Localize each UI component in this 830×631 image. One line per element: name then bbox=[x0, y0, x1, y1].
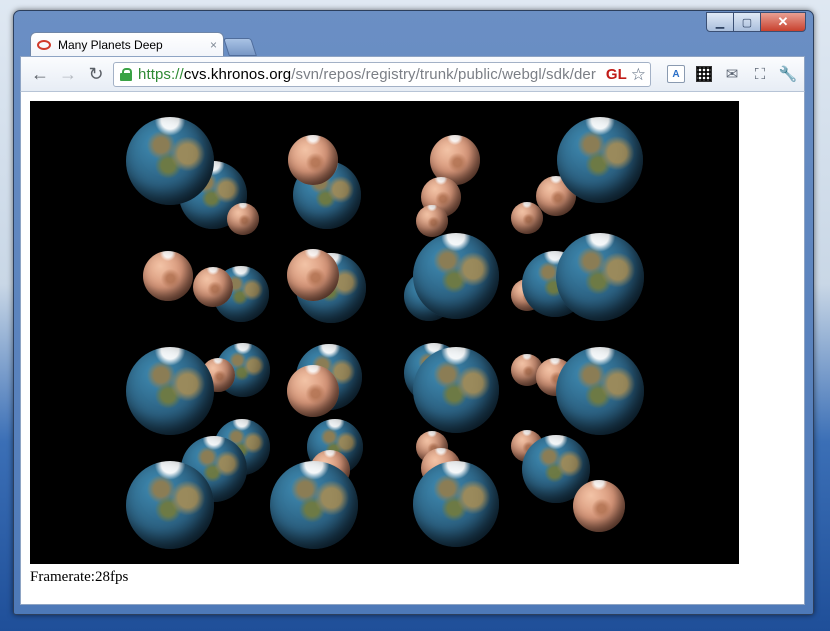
back-button[interactable]: ← bbox=[29, 63, 51, 85]
earth-planet bbox=[126, 461, 214, 549]
browser-window: ▁ ▢ ✕ Many Planets Deep × ← → ↻ https://… bbox=[13, 10, 814, 615]
url-text[interactable]: https://cvs.khronos.org/svn/repos/regist… bbox=[138, 66, 604, 83]
earth-planet bbox=[556, 347, 644, 435]
webgl-canvas[interactable] bbox=[30, 101, 739, 564]
forward-arrow-icon: → bbox=[59, 63, 77, 84]
address-bar[interactable]: https://cvs.khronos.org/svn/repos/regist… bbox=[113, 62, 651, 87]
back-arrow-icon: ← bbox=[31, 63, 49, 84]
earth-planet bbox=[270, 461, 358, 549]
url-path: /svn/repos/registry/trunk/public/webgl/s… bbox=[291, 66, 596, 83]
mars-planet bbox=[416, 205, 448, 237]
earth-planet bbox=[126, 117, 214, 205]
mars-planet bbox=[143, 251, 193, 301]
maximize-button[interactable]: ▢ bbox=[733, 12, 761, 32]
earth-planet bbox=[413, 347, 499, 433]
lock-icon[interactable] bbox=[120, 68, 132, 81]
tab-many-planets-deep[interactable]: Many Planets Deep × bbox=[30, 32, 224, 57]
earth-planet bbox=[126, 347, 214, 435]
forward-button[interactable]: → bbox=[57, 63, 79, 85]
url-host: cvs.khronos.org bbox=[183, 66, 292, 83]
close-icon: ✕ bbox=[777, 14, 789, 29]
window-controls: ▁ ▢ ✕ bbox=[706, 12, 806, 32]
reload-icon: ↻ bbox=[88, 63, 104, 84]
webgl-ring-icon bbox=[37, 40, 51, 50]
mars-planet bbox=[288, 135, 338, 185]
earth-planet bbox=[413, 461, 499, 547]
reload-button[interactable]: ↻ bbox=[85, 63, 107, 85]
mars-planet bbox=[287, 365, 339, 417]
close-window-button[interactable]: ✕ bbox=[760, 12, 806, 32]
tab-title: Many Planets Deep bbox=[58, 38, 163, 52]
earth-planet bbox=[413, 233, 499, 319]
minimize-button[interactable]: ▁ bbox=[706, 12, 734, 32]
mars-planet bbox=[573, 480, 625, 532]
new-tab-button[interactable] bbox=[223, 38, 257, 56]
page-content: Framerate:28fps bbox=[20, 92, 805, 605]
fullscreen-icon[interactable]: ⛶ bbox=[751, 65, 769, 83]
webgl-badge-icon[interactable]: GL bbox=[606, 66, 627, 83]
minimize-icon: ▁ bbox=[715, 16, 725, 29]
mars-planet bbox=[193, 267, 233, 307]
bookmark-star-icon[interactable]: ☆ bbox=[631, 65, 646, 85]
maximize-icon: ▢ bbox=[741, 16, 753, 29]
wrench-menu-icon[interactable]: 🔧 bbox=[779, 65, 798, 83]
mars-planet bbox=[287, 249, 339, 301]
translate-icon[interactable]: A bbox=[667, 65, 685, 83]
qr-code-button[interactable] bbox=[695, 65, 713, 83]
browser-toolbar: ← → ↻ https://cvs.khronos.org/svn/repos/… bbox=[20, 56, 805, 92]
framerate-readout: Framerate:28fps bbox=[30, 569, 129, 585]
url-scheme: https:// bbox=[138, 66, 184, 83]
earth-planet bbox=[557, 117, 643, 203]
qr-code-icon bbox=[696, 66, 712, 82]
mars-planet bbox=[511, 202, 543, 234]
mail-icon[interactable]: ✉ bbox=[723, 65, 741, 83]
tab-close-icon[interactable]: × bbox=[210, 38, 217, 52]
earth-planet bbox=[556, 233, 644, 321]
mars-planet bbox=[227, 203, 259, 235]
